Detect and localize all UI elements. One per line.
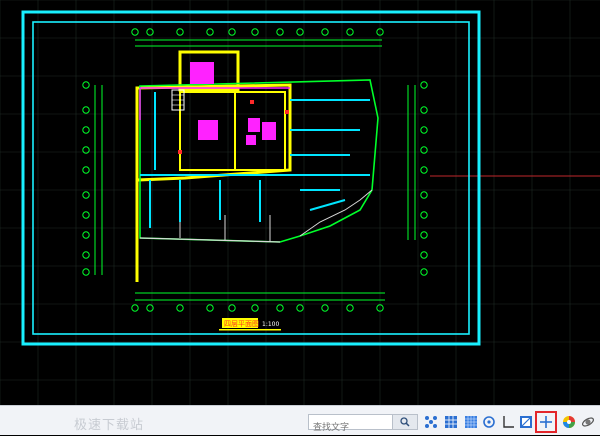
inner-frame [32, 21, 470, 335]
color-button[interactable] [560, 413, 578, 431]
axis-marker [176, 304, 184, 312]
axis-marker [321, 304, 329, 312]
axis-marker [420, 251, 428, 259]
axis-marker [251, 304, 259, 312]
axis-marker [420, 126, 428, 134]
orbit-button[interactable] [579, 413, 597, 431]
axis-marker [228, 28, 236, 36]
search-button[interactable] [392, 415, 417, 429]
crosshair-icon [540, 416, 552, 428]
axis-marker [276, 304, 284, 312]
layout-button[interactable] [517, 413, 535, 431]
axis-marker [206, 28, 214, 36]
axis-marker [420, 106, 428, 114]
axis-marker [82, 268, 90, 276]
axis-marker [82, 126, 90, 134]
color-wheel-icon [563, 416, 575, 428]
polar-icon [483, 416, 495, 428]
axis-marker [228, 304, 236, 312]
axis-marker [176, 28, 184, 36]
axis-marker [82, 106, 90, 114]
axis-marker [296, 28, 304, 36]
layout-icon [520, 416, 532, 428]
object-snap-icon [503, 416, 514, 428]
plan-scale: 1:100 [262, 321, 279, 328]
axis-marker [206, 304, 214, 312]
axis-marker [131, 304, 139, 312]
search-icon [400, 417, 410, 427]
axis-marker [82, 81, 90, 89]
ortho-icon [465, 416, 477, 428]
object-snap-button[interactable] [499, 413, 517, 431]
axis-marker [131, 28, 139, 36]
axis-marker [420, 166, 428, 174]
crosshair-button[interactable] [535, 411, 557, 433]
outer-frame [21, 10, 481, 346]
axis-marker [296, 304, 304, 312]
axis-marker [420, 231, 428, 239]
search-input[interactable] [309, 420, 397, 436]
polar-button[interactable] [480, 413, 498, 431]
axis-marker [82, 211, 90, 219]
axis-marker [346, 304, 354, 312]
axis-marker [82, 251, 90, 259]
axis-marker [251, 28, 259, 36]
axis-marker [346, 28, 354, 36]
grid-icon [445, 416, 457, 428]
cad-drawing-canvas[interactable]: 四层平面图 1:100 [0, 0, 600, 405]
axis-marker [82, 231, 90, 239]
grid-button[interactable] [442, 413, 460, 431]
watermark: 极速下载站 [74, 418, 145, 433]
axis-marker [420, 268, 428, 276]
plan-title: 四层平面图 [224, 320, 259, 328]
axis-marker [420, 211, 428, 219]
axis-marker [420, 191, 428, 199]
axis-marker [82, 191, 90, 199]
axis-marker [82, 166, 90, 174]
search-box[interactable] [308, 414, 418, 436]
axis-marker [276, 28, 284, 36]
axis-marker [420, 81, 428, 89]
title-underline [219, 329, 281, 331]
snap-icon [425, 416, 437, 428]
ortho-button[interactable] [462, 413, 480, 431]
axis-marker [321, 28, 329, 36]
status-bar: 极速下载站 [0, 405, 600, 436]
snap-button[interactable] [422, 413, 440, 431]
orbit-icon [581, 417, 595, 427]
